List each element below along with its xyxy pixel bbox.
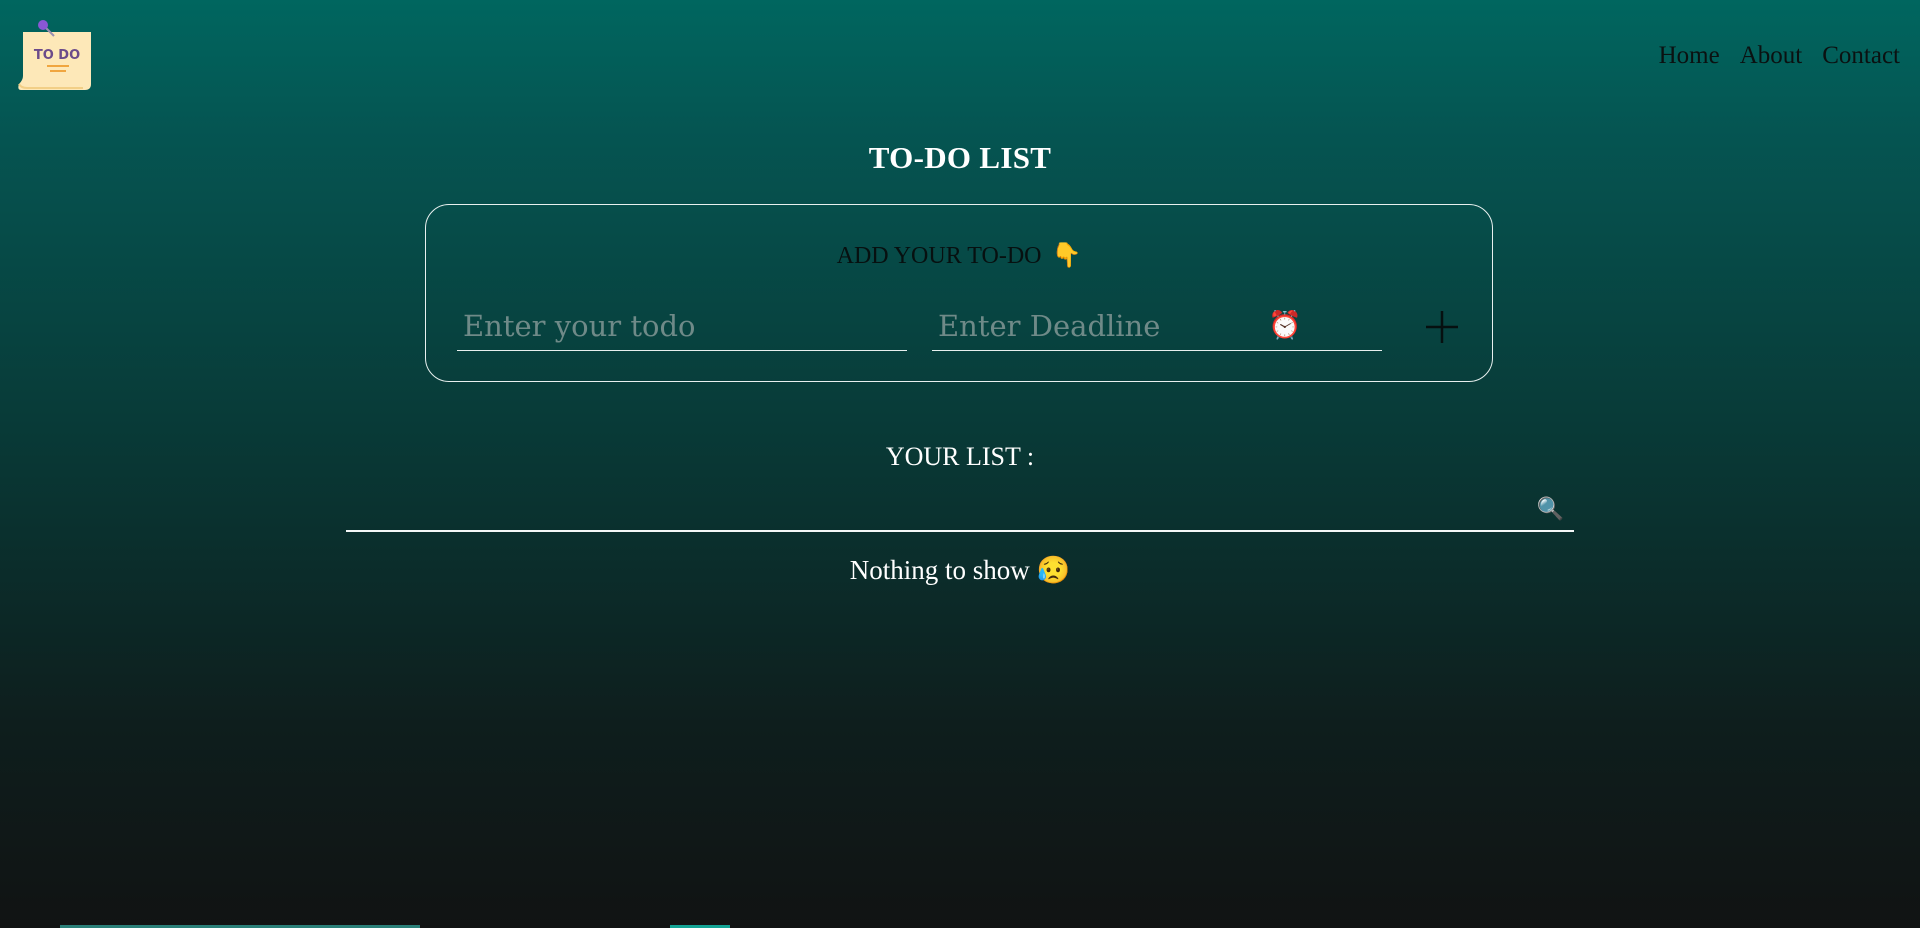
empty-list-text: Nothing to show bbox=[849, 555, 1030, 585]
empty-list-message: Nothing to show 😥 bbox=[0, 554, 1920, 586]
nav-contact-link[interactable]: Contact bbox=[1822, 42, 1900, 70]
deadline-input[interactable] bbox=[932, 301, 1382, 350]
add-todo-heading: ADD YOUR TO-DO 👇 bbox=[426, 241, 1492, 270]
search-icon[interactable]: 🔍 bbox=[1537, 497, 1564, 522]
pointing-down-icon: 👇 bbox=[1051, 243, 1082, 269]
todo-input[interactable] bbox=[457, 301, 907, 350]
search-input[interactable] bbox=[346, 492, 1574, 530]
logo-text: TO DO bbox=[34, 48, 80, 63]
todo-logo[interactable]: TO DO bbox=[17, 20, 95, 92]
todo-logo-icon: TO DO bbox=[18, 20, 91, 90]
page-title: TO-DO LIST bbox=[868, 140, 1052, 175]
nav-about-link[interactable]: About bbox=[1740, 42, 1803, 70]
alarm-clock-icon: ⏰ bbox=[1268, 310, 1302, 341]
add-todo-heading-text: ADD YOUR TO-DO bbox=[836, 243, 1042, 269]
top-nav: Home About Contact bbox=[1659, 42, 1900, 70]
deadline-field bbox=[932, 301, 1382, 351]
your-list-heading: YOUR LIST : bbox=[885, 442, 1035, 471]
plus-icon bbox=[1426, 311, 1458, 343]
todo-field bbox=[457, 301, 907, 351]
nav-home-link[interactable]: Home bbox=[1659, 42, 1720, 70]
add-todo-card: ADD YOUR TO-DO 👇 ⏰ bbox=[425, 204, 1493, 382]
add-todo-button[interactable] bbox=[1416, 301, 1468, 353]
sad-face-icon: 😥 bbox=[1036, 555, 1071, 585]
search-bar: 🔍 bbox=[346, 492, 1574, 532]
